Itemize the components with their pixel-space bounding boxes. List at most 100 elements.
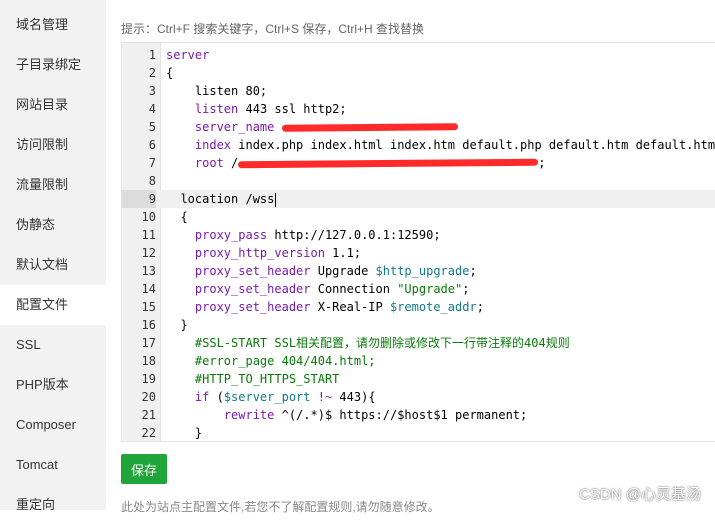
code-line[interactable]: 3 listen 80; bbox=[122, 82, 715, 100]
code-text: server_name bbox=[166, 118, 458, 136]
redaction-mark bbox=[238, 158, 539, 169]
code-token: 443){ bbox=[332, 390, 376, 404]
sidebar-item[interactable]: 流量限制 bbox=[0, 165, 106, 205]
code-text: rewrite ^(/.*)$ https://$host$1 permanen… bbox=[166, 406, 527, 424]
line-number: 4 bbox=[148, 102, 156, 116]
sidebar-item[interactable]: 网站目录 bbox=[0, 85, 106, 125]
code-line[interactable]: 1 server bbox=[122, 46, 715, 64]
code-text: location /wss bbox=[166, 190, 277, 208]
code-line[interactable]: 9 location /wss bbox=[122, 190, 715, 208]
line-number: 5 bbox=[148, 120, 156, 134]
code-text: root /; bbox=[166, 154, 546, 172]
line-number: 18 bbox=[141, 354, 156, 368]
code-token: location /wss bbox=[166, 192, 275, 206]
code-token: ^(/.*)$ https://$host$1 permanent; bbox=[274, 408, 528, 422]
line-number: 14 bbox=[141, 282, 156, 296]
line-number: 16 bbox=[141, 318, 156, 332]
code-line[interactable]: 13 proxy_set_header Upgrade $http_upgrad… bbox=[122, 262, 715, 280]
code-text: if ($server_port !~ 443){ bbox=[166, 388, 376, 406]
code-token: ; bbox=[462, 282, 470, 296]
code-line[interactable]: 14 proxy_set_header Connection "Upgrade"… bbox=[122, 280, 715, 298]
code-token: proxy_set_header bbox=[194, 300, 311, 314]
code-token: listen 80; bbox=[166, 84, 268, 98]
sidebar-item[interactable]: 默认文档 bbox=[0, 245, 106, 285]
code-token: $remote_addr bbox=[389, 300, 477, 314]
code-token: ( bbox=[209, 390, 224, 404]
code-line[interactable]: 16 } bbox=[122, 316, 715, 334]
code-token: rewrite bbox=[223, 408, 275, 422]
code-token: #SSL-START SSL相关配置，请勿删除或修改下一行带注释的404规则 bbox=[194, 336, 570, 350]
code-token: !~ bbox=[317, 390, 333, 404]
code-token: root bbox=[194, 156, 224, 170]
code-token: 1.1; bbox=[324, 246, 362, 260]
editor-hint: 提示：Ctrl+F 搜索关键字，Ctrl+S 保存，Ctrl+H 查找替换 bbox=[121, 22, 425, 36]
text-caret bbox=[275, 192, 277, 207]
code-line[interactable]: 8 bbox=[122, 172, 715, 190]
code-line[interactable]: 6 index index.php index.html index.htm d… bbox=[122, 136, 715, 154]
code-token: } bbox=[166, 426, 203, 440]
line-number: 10 bbox=[141, 210, 156, 224]
sidebar-item[interactable]: 访问限制 bbox=[0, 125, 106, 165]
code-line[interactable]: 20 if ($server_port !~ 443){ bbox=[122, 388, 715, 406]
code-line[interactable]: 2{ bbox=[122, 64, 715, 82]
code-token: proxy_http_version bbox=[194, 246, 325, 260]
code-text: proxy_http_version 1.1; bbox=[166, 244, 361, 262]
sidebar-item[interactable]: 配置文件 bbox=[0, 285, 106, 325]
sidebar-item[interactable]: 重定向 bbox=[0, 485, 106, 525]
code-line[interactable]: 19 #HTTP_TO_HTTPS_START bbox=[122, 370, 715, 388]
sidebar-item[interactable]: 子目录绑定 bbox=[0, 45, 106, 85]
code-token: 443 ssl http2; bbox=[238, 102, 347, 116]
line-number: 11 bbox=[141, 228, 156, 242]
code-token: if bbox=[194, 390, 210, 404]
line-number: 13 bbox=[141, 264, 156, 278]
code-line[interactable]: 5 server_name bbox=[122, 118, 715, 136]
redaction-mark bbox=[281, 123, 458, 132]
sidebar-item[interactable]: 域名管理 bbox=[0, 5, 106, 45]
code-text: proxy_pass http://127.0.0.1:12590; bbox=[166, 226, 441, 244]
code-token: server bbox=[166, 48, 210, 62]
code-line[interactable]: 17 #SSL-START SSL相关配置，请勿删除或修改下一行带注释的404规… bbox=[122, 334, 715, 352]
sidebar-item[interactable]: PHP版本 bbox=[0, 365, 106, 405]
code-token: ; bbox=[476, 300, 484, 314]
sidebar-item[interactable]: SSL bbox=[0, 325, 106, 365]
code-token: #HTTP_TO_HTTPS_START bbox=[194, 372, 340, 386]
code-line[interactable]: 7 root /; bbox=[122, 154, 715, 172]
code-line[interactable]: 18 #error_page 404/404.html; bbox=[122, 352, 715, 370]
line-number: 12 bbox=[141, 246, 156, 260]
code-token: Upgrade bbox=[310, 264, 376, 278]
code-line[interactable]: 22 } bbox=[122, 424, 715, 441]
code-text: } bbox=[166, 316, 187, 334]
code-token: X-Real-IP bbox=[310, 300, 390, 314]
config-code-editor[interactable]: 1 server 2{3 listen 80; 4 listen 443 ssl ht… bbox=[121, 42, 715, 442]
line-number: 7 bbox=[148, 156, 156, 170]
code-token: $http_upgrade bbox=[375, 264, 470, 278]
sidebar-item[interactable]: Tomcat bbox=[0, 445, 106, 485]
code-line[interactable]: 12 proxy_http_version 1.1; bbox=[122, 244, 715, 262]
save-button[interactable]: 保存 bbox=[121, 454, 167, 484]
sidebar-item[interactable]: 伪静态 bbox=[0, 205, 106, 245]
sidebar: 域名管理 子目录绑定 网站目录 访问限制 流量限制 伪静态 默认文档 配置文件 SSL PHP版本… bbox=[0, 0, 106, 512]
sidebar-item[interactable]: Composer bbox=[0, 405, 106, 445]
code-text: index index.php index.html index.htm def… bbox=[166, 136, 715, 154]
code-token: index bbox=[194, 138, 232, 152]
code-text: proxy_set_header Connection "Upgrade"; bbox=[166, 280, 470, 298]
code-line[interactable]: 21 rewrite ^(/.*)$ https://$host$1 perma… bbox=[122, 406, 715, 424]
code-text: proxy_set_header X-Real-IP $remote_addr; bbox=[166, 298, 484, 316]
code-line[interactable]: 10 { bbox=[122, 208, 715, 226]
code-text: listen 80; bbox=[166, 82, 267, 100]
code-line[interactable]: 15 proxy_set_header X-Real-IP $remote_ad… bbox=[122, 298, 715, 316]
code-line[interactable]: 4 listen 443 ssl http2; bbox=[122, 100, 715, 118]
code-text: listen 443 ssl http2; bbox=[166, 100, 347, 118]
code-line[interactable]: 11 proxy_pass http://127.0.0.1:12590; bbox=[122, 226, 715, 244]
line-number: 1 bbox=[148, 48, 156, 62]
